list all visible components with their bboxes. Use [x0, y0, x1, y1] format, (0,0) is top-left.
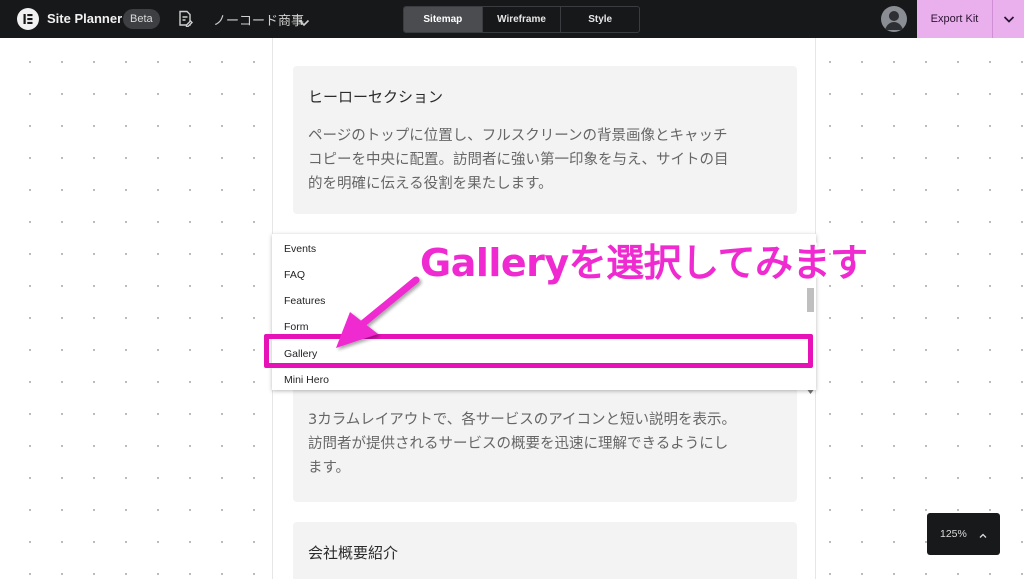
elementor-logo-icon[interactable] — [17, 8, 39, 30]
tab-wireframe[interactable]: Wireframe — [483, 7, 562, 32]
description-line: 3カラムレイアウトで、各サービスのアイコンと短い説明を表示。 — [308, 412, 736, 428]
export-menu-chevron-icon[interactable] — [992, 0, 1024, 38]
description-line: コピーを中央に配置。訪問者に強い第一印象を与え、サイトの目 — [308, 152, 729, 168]
zoom-control[interactable]: 125% — [927, 513, 1000, 555]
section-card-hero[interactable]: ヒーローセクション ページのトップに位置し、フルスクリーンの背景画像とキャッチ … — [293, 66, 797, 214]
description-line: 訪問者が提供されるサービスの概要を迅速に理解できるようにし — [308, 436, 729, 452]
description-line: 的を明確に伝える役割を果たします。 — [308, 176, 553, 192]
section-title: 会社概要紹介 — [308, 544, 399, 562]
export-kit-label[interactable]: Export Kit — [917, 0, 992, 38]
dropdown-option-faq[interactable]: FAQ — [284, 268, 305, 282]
scrollbar-thumb[interactable] — [807, 288, 814, 312]
zoom-level: 125% — [940, 528, 967, 540]
dropdown-option-form[interactable]: Form — [284, 320, 309, 334]
app-title: Site Planner — [47, 11, 123, 26]
pointer-arrow-icon — [320, 272, 430, 358]
tab-sitemap[interactable]: Sitemap — [404, 7, 483, 32]
export-kit-button[interactable]: Export Kit — [917, 0, 1024, 38]
beta-badge: Beta — [123, 9, 160, 29]
description-line: ページのトップに位置し、フルスクリーンの背景画像とキャッチ — [308, 128, 728, 144]
document-edit-icon[interactable] — [177, 10, 193, 31]
scroll-down-arrow-icon[interactable] — [807, 380, 814, 399]
dropdown-option-mini-hero[interactable]: Mini Hero — [284, 373, 329, 387]
chevron-up-icon[interactable] — [979, 530, 987, 542]
annotation-callout: Galleryを選択してみます — [420, 241, 868, 285]
chevron-down-icon[interactable] — [298, 13, 310, 32]
description-line: ます。 — [308, 460, 351, 476]
section-title: ヒーローセクション — [308, 88, 444, 106]
tab-style[interactable]: Style — [561, 7, 639, 32]
user-avatar-icon[interactable] — [881, 6, 907, 32]
dropdown-option-events[interactable]: Events — [284, 242, 316, 256]
section-description: ページのトップに位置し、フルスクリーンの背景画像とキャッチ コピーを中央に配置。… — [308, 124, 783, 196]
view-tabs: Sitemap Wireframe Style — [403, 6, 640, 33]
project-selector[interactable]: ノーコード商事 — [213, 10, 304, 29]
top-bar: Site Planner Beta ノーコード商事 Sitemap Wirefr… — [0, 0, 1024, 38]
section-card-company[interactable]: 会社概要紹介 — [293, 522, 797, 579]
section-description: 3カラムレイアウトで、各サービスのアイコンと短い説明を表示。 訪問者が提供される… — [308, 408, 783, 480]
